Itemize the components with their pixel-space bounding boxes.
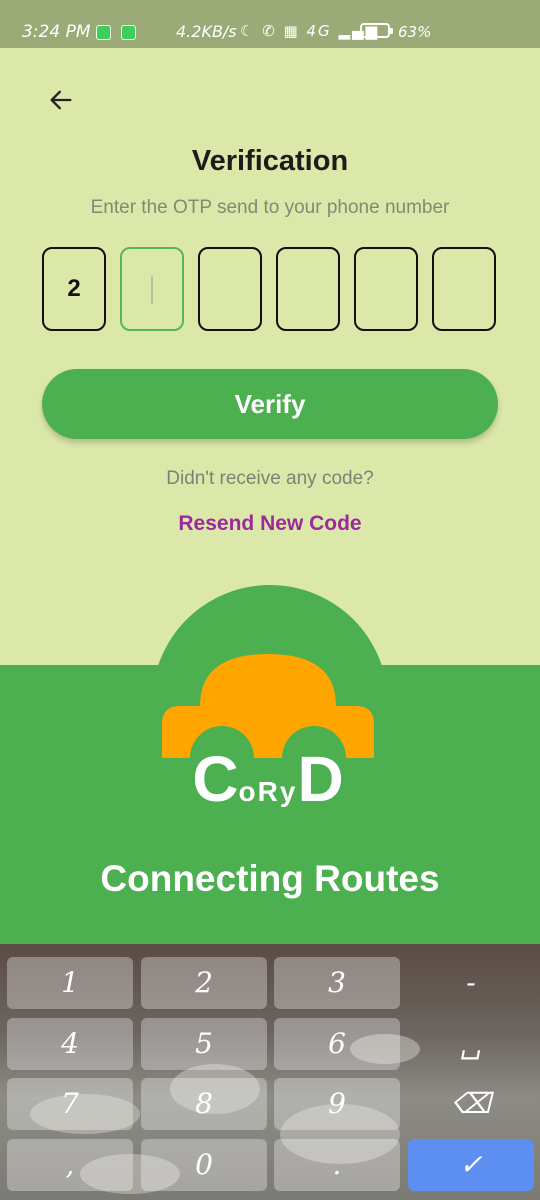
otp-digit-3[interactable] — [198, 247, 262, 331]
battery-icon — [360, 23, 393, 38]
status-icons: ☾ ✆ ▦ 4G ▂▄▆ — [240, 22, 380, 40]
otp-digit-value: 2 — [67, 275, 81, 302]
key-1[interactable]: 1 — [7, 957, 133, 1009]
logo-letters-ory: oRy — [238, 776, 298, 807]
otp-digit-1[interactable]: 2 — [42, 247, 106, 331]
backspace-key[interactable]: ⌫ — [408, 1078, 534, 1130]
logo-wordmark: CoRyD — [160, 742, 376, 816]
arrow-left-icon — [50, 90, 72, 110]
numeric-keyboard: 1 2 3 - 4 5 6 ␣ 7 8 9 ⌫ , 0 . ✓ — [0, 944, 540, 1200]
signal-label: 4G — [306, 22, 332, 40]
text-caret — [151, 275, 153, 304]
verify-button[interactable]: Verify — [42, 369, 498, 439]
resend-code-link[interactable]: Resend New Code — [0, 512, 540, 536]
network-speed: 4.2KB/s — [176, 22, 237, 41]
done-key[interactable]: ✓ — [408, 1139, 534, 1191]
key-5[interactable]: 5 — [141, 1018, 267, 1070]
notification-icon — [121, 25, 136, 40]
key-8[interactable]: 8 — [141, 1078, 267, 1130]
key-3[interactable]: 3 — [274, 957, 400, 1009]
page-subtitle: Enter the OTP send to your phone number — [90, 197, 450, 218]
key-comma[interactable]: , — [7, 1139, 133, 1191]
back-button[interactable] — [42, 80, 80, 118]
key-0[interactable]: 0 — [141, 1139, 267, 1191]
battery-percent: 63% — [398, 23, 432, 41]
page-title: Verification — [191, 145, 349, 177]
logo-letter-c: C — [192, 743, 239, 815]
key-space[interactable]: ␣ — [408, 1018, 534, 1070]
no-code-text: Didn't receive any code? — [166, 468, 374, 489]
key-minus[interactable]: - — [408, 957, 534, 1009]
key-9[interactable]: 9 — [274, 1078, 400, 1130]
key-4[interactable]: 4 — [7, 1018, 133, 1070]
otp-digit-6[interactable] — [432, 247, 496, 331]
tagline: Connecting Routes — [100, 858, 440, 899]
status-bar: 3:24 PM 4.2KB/s ☾ ✆ ▦ 4G ▂▄▆ 63% — [0, 0, 540, 48]
key-6[interactable]: 6 — [274, 1018, 400, 1070]
otp-digit-4[interactable] — [276, 247, 340, 331]
otp-digit-2[interactable] — [120, 247, 184, 331]
otp-digit-5[interactable] — [354, 247, 418, 331]
key-7[interactable]: 7 — [7, 1078, 133, 1130]
notification-icon — [96, 25, 111, 40]
status-time: 3:24 PM — [22, 22, 91, 42]
key-2[interactable]: 2 — [141, 957, 267, 1009]
cory-d-logo: CoRyD — [160, 654, 376, 816]
logo-letter-d: D — [297, 743, 344, 815]
key-period[interactable]: . — [274, 1139, 400, 1191]
